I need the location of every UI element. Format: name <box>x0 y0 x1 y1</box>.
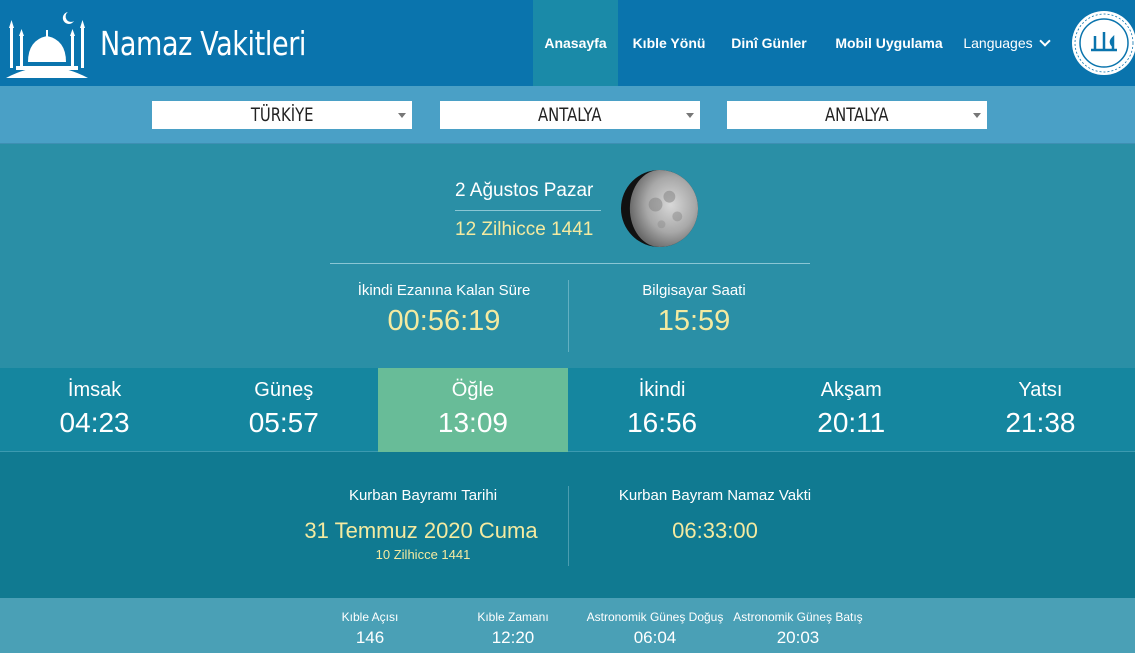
qibla-angle-label: Kıble Açısı <box>341 610 399 624</box>
countdown-value: 00:56:19 <box>387 305 501 337</box>
moon-phase-icon <box>620 169 699 248</box>
prayer-aksam: Akşam 20:11 <box>757 368 946 452</box>
qibla-time-value: 12:20 <box>491 628 535 647</box>
nav-anasayfa[interactable]: Anasayfa <box>533 0 618 86</box>
district-select-value: ANTALYA <box>825 104 889 126</box>
mosque-logo-icon[interactable] <box>6 6 88 78</box>
caret-down-icon <box>973 113 981 118</box>
chevron-down-icon <box>1038 35 1051 47</box>
qibla-time-label: Kıble Zamanı <box>477 610 549 624</box>
country-select[interactable]: TÜRKİYE <box>152 101 412 129</box>
caret-down-icon <box>686 113 694 118</box>
languages-dropdown[interactable]: Languages <box>958 0 1054 86</box>
sunset-label: Astronomik Güneş Batış <box>733 610 863 624</box>
clock-label: Bilgisayar Saati <box>642 282 746 299</box>
sunrise-value: 06:04 <box>633 628 677 647</box>
languages-label: Languages <box>963 35 1033 51</box>
prayer-name: Akşam <box>820 379 882 401</box>
kurban-prayer-value: 06:33:00 <box>672 518 758 543</box>
brand-title[interactable]: Namaz Vakitleri <box>100 24 306 63</box>
nav-dini-gunler[interactable]: Dinî Günler <box>722 0 816 86</box>
country-select-value: TÜRKİYE <box>250 104 314 126</box>
prayer-name: İmsak <box>67 379 122 401</box>
sunrise-label: Astronomik Güneş Doğuş <box>586 610 724 624</box>
prayer-yatsi: Yatsı 21:38 <box>946 368 1135 452</box>
city-select[interactable]: ANTALYA <box>440 101 700 129</box>
qibla-angle-value: 146 <box>355 628 385 647</box>
divider <box>330 263 810 264</box>
gregorian-date: 2 Ağustos Pazar <box>455 180 594 201</box>
hijri-date: 12 Zilhicce 1441 <box>455 219 594 240</box>
nav-mobil-uygulama[interactable]: Mobil Uygulama <box>828 0 950 86</box>
divider <box>568 486 569 566</box>
kurban-prayer-label: Kurban Bayram Namaz Vakti <box>618 487 812 504</box>
countdown-label: İkindi Ezanına Kalan Süre <box>357 282 531 299</box>
location-selector-bar: TÜRKİYE ANTALYA ANTALYA <box>0 86 1135 144</box>
prayer-times-row: İmsak 04:23 Güneş 05:57 Öğle 13:09 İkind… <box>0 368 1135 452</box>
divider <box>568 280 569 352</box>
prayer-time: 05:57 <box>248 407 319 438</box>
date-panel: 2 Ağustos Pazar 12 Zilhicce 1441 İkindi … <box>0 144 1135 368</box>
prayer-time: 13:09 <box>437 407 508 438</box>
caret-down-icon <box>398 113 406 118</box>
district-select[interactable]: ANTALYA <box>727 101 987 129</box>
prayer-imsak: İmsak 04:23 <box>0 368 189 452</box>
city-select-value: ANTALYA <box>538 104 602 126</box>
clock-value: 15:59 <box>657 305 731 337</box>
prayer-ikindi: İkindi 16:56 <box>568 368 757 452</box>
prayer-name: Güneş <box>254 379 314 401</box>
kurban-date-label: Kurban Bayramı Tarihi <box>348 487 498 504</box>
kurban-bayrami-panel: Kurban Bayramı Tarihi 31 Temmuz 2020 Cum… <box>0 452 1135 598</box>
qibla-info-bar: Kıble Açısı 146 Kıble Zamanı 12:20 Astro… <box>0 598 1135 653</box>
prayer-ogle: Öğle 13:09 <box>378 368 568 452</box>
divider <box>455 210 601 211</box>
prayer-gunes: Güneş 05:57 <box>189 368 378 452</box>
sunset-value: 20:03 <box>776 628 820 647</box>
kurban-date-value: 31 Temmuz 2020 Cuma <box>304 518 538 543</box>
prayer-name: İkindi <box>638 379 686 401</box>
nav-kible-yonu[interactable]: Kıble Yönü <box>624 0 714 86</box>
header: Namaz Vakitleri Anasayfa Kıble Yönü Dinî… <box>0 0 1135 86</box>
prayer-name: Öğle <box>451 379 495 401</box>
diyanet-seal-icon[interactable] <box>1069 8 1135 78</box>
prayer-time: 04:23 <box>59 407 130 438</box>
prayer-time: 20:11 <box>817 407 886 438</box>
prayer-time: 21:38 <box>1005 407 1076 438</box>
kurban-hijri-date: 10 Zilhicce 1441 <box>375 547 471 562</box>
prayer-name: Yatsı <box>1018 379 1063 401</box>
prayer-time: 16:56 <box>627 407 698 438</box>
